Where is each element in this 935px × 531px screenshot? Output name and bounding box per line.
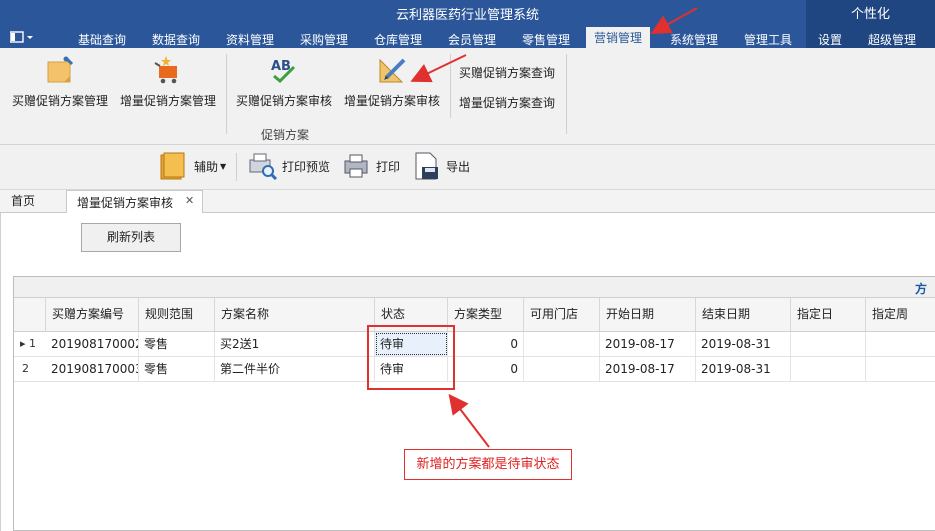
ab-spellcheck-icon: AB bbox=[271, 59, 296, 84]
ribbon-group-label: 促销方案 bbox=[260, 128, 309, 142]
status-highlight-box bbox=[367, 325, 455, 390]
cell-spec-week[interactable] bbox=[866, 332, 935, 356]
col-header-rule-scope[interactable]: 规则范围 bbox=[139, 298, 215, 331]
incr-plan-mgmt-button[interactable]: 增量促销方案管理 bbox=[118, 54, 218, 109]
col-header-plan-type[interactable]: 方案类型 bbox=[448, 298, 524, 331]
menu-retail[interactable]: 零售管理 bbox=[522, 31, 570, 48]
dropdown-arrow-icon: ▼ bbox=[220, 161, 227, 171]
grid-group-panel bbox=[14, 277, 935, 298]
cell-stores[interactable] bbox=[524, 357, 600, 381]
personalize-label: 个性化 bbox=[850, 7, 890, 22]
cell-plan-name[interactable]: 买2送1 bbox=[215, 332, 375, 356]
menu-settings[interactable]: 设置 bbox=[818, 31, 842, 48]
cell-spec-day[interactable] bbox=[791, 332, 866, 356]
tab-incr-plan-review-label: 增量促销方案审核 bbox=[77, 196, 174, 210]
print-preview-icon bbox=[249, 153, 278, 180]
menu-marketing[interactable]: 营销管理 bbox=[586, 27, 651, 48]
assist-button[interactable]: 辅助 ▼ bbox=[160, 152, 226, 180]
ribbon-separator bbox=[226, 54, 227, 134]
row-indicator-header bbox=[14, 298, 46, 331]
assist-label: 辅助 bbox=[194, 159, 219, 174]
menu-member[interactable]: 会员管理 bbox=[448, 31, 496, 48]
cell-plan-no[interactable]: 201908170002 bbox=[46, 332, 139, 356]
menu-purchase[interactable]: 采购管理 bbox=[300, 31, 348, 48]
incr-plan-query-button[interactable]: 增量促销方案查询 bbox=[459, 94, 555, 111]
tab-close-icon[interactable]: ✕ bbox=[185, 194, 194, 207]
menu-tools[interactable]: 管理工具 bbox=[744, 31, 792, 48]
cell-spec-week[interactable] bbox=[866, 357, 935, 381]
menu-info-mgmt[interactable]: 资料管理 bbox=[226, 31, 274, 48]
col-header-plan-no[interactable]: 买赠方案编号 bbox=[46, 298, 139, 331]
print-label: 打印 bbox=[376, 159, 401, 174]
ribbon-separator bbox=[450, 54, 451, 118]
cell-plan-name[interactable]: 第二件半价 bbox=[215, 357, 375, 381]
app-menu-icon[interactable] bbox=[9, 31, 34, 47]
incr-plan-review-button[interactable]: 增量促销方案审核 bbox=[342, 54, 442, 109]
row-index: 1 bbox=[29, 337, 36, 350]
buy-gift-plan-review-label: 买赠促销方案审核 bbox=[235, 94, 332, 108]
buy-gift-plan-mgmt-button[interactable]: 买赠促销方案管理 bbox=[10, 54, 110, 109]
cell-rule-scope[interactable]: 零售 bbox=[139, 357, 215, 381]
buy-gift-plan-mgmt-label: 买赠促销方案管理 bbox=[11, 94, 108, 108]
menu-basic-query[interactable]: 基础查询 bbox=[78, 31, 126, 48]
row-index: 2 bbox=[22, 362, 29, 375]
export-label: 导出 bbox=[446, 159, 471, 174]
col-header-spec-week[interactable]: 指定周 bbox=[866, 298, 935, 331]
export-button[interactable]: 导出 bbox=[412, 152, 470, 180]
books-icon bbox=[160, 152, 185, 180]
toolbar-separator bbox=[236, 153, 237, 181]
export-save-icon bbox=[415, 152, 438, 180]
incr-plan-mgmt-label: 增量促销方案管理 bbox=[119, 94, 216, 108]
cell-start-date[interactable]: 2019-08-17 bbox=[600, 332, 696, 356]
annotation-note: 新增的方案都是待审状态 bbox=[404, 449, 572, 480]
buy-gift-plan-query-button[interactable]: 买赠促销方案查询 bbox=[459, 64, 555, 81]
cell-plan-type[interactable]: 0 bbox=[448, 332, 524, 356]
cell-spec-day[interactable] bbox=[791, 357, 866, 381]
buy-gift-plan-review-button[interactable]: AB 买赠促销方案审核 bbox=[234, 54, 334, 109]
cell-plan-no[interactable]: 201908170003 bbox=[46, 357, 139, 381]
cell-plan-type[interactable]: 0 bbox=[448, 357, 524, 381]
printer-icon bbox=[344, 154, 368, 178]
cart-star-icon bbox=[154, 56, 177, 84]
col-header-end-date[interactable]: 结束日期 bbox=[696, 298, 791, 331]
grid-group-panel-text: 方 bbox=[915, 282, 928, 296]
cell-end-date[interactable]: 2019-08-31 bbox=[696, 332, 791, 356]
menu-system[interactable]: 系统管理 bbox=[670, 31, 718, 48]
menu-data-query[interactable]: 数据查询 bbox=[152, 31, 200, 48]
cell-start-date[interactable]: 2019-08-17 bbox=[600, 357, 696, 381]
print-preview-button[interactable]: 打印预览 bbox=[248, 152, 330, 180]
note-pin-icon bbox=[47, 56, 74, 83]
refresh-list-button[interactable]: 刷新列表 bbox=[81, 223, 181, 252]
cell-rule-scope[interactable]: 零售 bbox=[139, 332, 215, 356]
tab-home[interactable]: 首页 bbox=[11, 190, 35, 212]
print-button[interactable]: 打印 bbox=[342, 152, 400, 180]
tab-incr-plan-review[interactable]: 增量促销方案审核 ✕ bbox=[66, 190, 203, 213]
app-title: 云利器医药行业管理系统 bbox=[395, 8, 539, 23]
menu-super-admin[interactable]: 超级管理 bbox=[868, 31, 916, 48]
col-header-plan-name[interactable]: 方案名称 bbox=[215, 298, 375, 331]
col-header-start-date[interactable]: 开始日期 bbox=[600, 298, 696, 331]
col-header-spec-day[interactable]: 指定日 bbox=[791, 298, 866, 331]
menu-warehouse[interactable]: 仓库管理 bbox=[374, 31, 422, 48]
ribbon-separator bbox=[566, 54, 567, 134]
cell-stores[interactable] bbox=[524, 332, 600, 356]
row-marker-icon: ▸ bbox=[20, 337, 26, 350]
col-header-stores[interactable]: 可用门店 bbox=[524, 298, 600, 331]
ruler-pencil-icon bbox=[379, 58, 406, 83]
print-preview-label: 打印预览 bbox=[282, 159, 331, 174]
incr-plan-review-label: 增量促销方案审核 bbox=[343, 94, 440, 108]
cell-end-date[interactable]: 2019-08-31 bbox=[696, 357, 791, 381]
